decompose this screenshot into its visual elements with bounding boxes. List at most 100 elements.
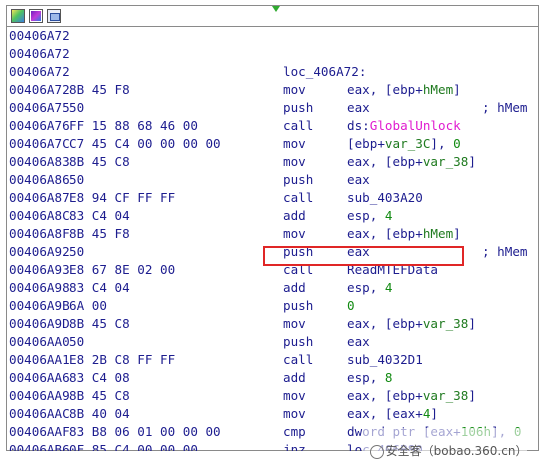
disassembly-row[interactable]: 00406A72 loc_406A72: [7, 63, 538, 81]
opcode-bytes: E8 94 CF FF FF [69, 190, 176, 205]
disassembly-row[interactable]: 00406A93 E8 67 8E 02 00 call ReadMTEFData [7, 261, 538, 279]
mnemonic: call [283, 352, 314, 367]
disassembly-row[interactable]: 00406AA1 E8 2B C8 FF FF call sub_4032D1 [7, 351, 538, 369]
mnemonic: push [283, 172, 314, 187]
disassembly-listing[interactable]: 00406A72 00406A72 00406A72 loc_406A72: 00406… [7, 27, 538, 451]
address: 00406A87 [9, 190, 70, 205]
disassembly-row[interactable]: 00406A86 50 push eax [7, 171, 538, 189]
operand-token: ] [468, 154, 476, 169]
operand-token: ], [430, 136, 454, 151]
operand-token: eax, [ebp+ [347, 226, 423, 241]
disassembly-row[interactable]: 00406A98 83 C4 04 add esp, 4 [7, 279, 538, 297]
disassembly-row[interactable]: 00406AA9 8B 45 C8 mov eax, [ebp+var_38] [7, 387, 538, 405]
comment: ; hMem [482, 244, 528, 259]
address: 00406A75 [9, 100, 70, 115]
disassembly-row[interactable]: 00406A72 [7, 45, 538, 63]
comment: ; hMem [482, 100, 528, 115]
operand-token: eax, [ebp+ [347, 316, 423, 331]
disassembly-row[interactable]: 00406A76 FF 15 88 68 46 00 call ds:GlobalUn… [7, 117, 538, 135]
address: 00406A9B [9, 298, 70, 313]
operand-token: var_38 [422, 154, 469, 169]
address: 00406AAC [9, 406, 70, 421]
operand: esp, 8 [347, 369, 393, 387]
operand-token: hMem [422, 82, 454, 97]
disassembly-row[interactable]: 00406AA0 50 push eax [7, 333, 538, 351]
operand-token: eax [347, 334, 370, 349]
address: 00406A7C [9, 136, 70, 151]
operand: 0 [347, 297, 355, 315]
opcode-bytes: 8B 45 C8 [69, 154, 130, 169]
opcode-bytes: 83 C4 04 [69, 208, 130, 223]
address: 00406A98 [9, 280, 70, 295]
operand-token: sub_403A20 [347, 190, 423, 205]
image-view-icon[interactable] [47, 9, 61, 23]
opcode-bytes: E8 2B C8 FF FF [69, 352, 176, 367]
disassembly-row[interactable]: 00406A8F 8B 45 F8 mov eax, [ebp+hMem] [7, 225, 538, 243]
operand: sub_403A20 [347, 189, 423, 207]
address: 00406A92 [9, 244, 70, 259]
opcode-bytes: 83 C4 08 [69, 370, 130, 385]
address: 00406A72 [9, 46, 70, 61]
operand: sub_4032D1 [347, 351, 423, 369]
mnemonic: cmp [283, 424, 306, 439]
disassembly-row[interactable]: 00406A72 8B 45 F8 mov eax, [ebp+hMem] [7, 81, 538, 99]
palette-icon[interactable] [11, 9, 25, 23]
address: 00406A93 [9, 262, 70, 277]
operand-token: var_38 [422, 316, 469, 331]
operand-token: ] [468, 316, 476, 331]
mnemonic: call [283, 190, 314, 205]
operand-token: 4 [384, 208, 393, 223]
operand-token: hMem [422, 226, 454, 241]
disassembly-row[interactable]: 00406A9D 8B 45 C8 mov eax, [ebp+var_38] [7, 315, 538, 333]
watermark: 安全客（bobao.360.cn） [362, 428, 528, 459]
opcode-bytes: 50 [69, 172, 85, 187]
opcode-bytes: 50 [69, 334, 85, 349]
operand-token: eax [347, 244, 370, 259]
address: 00406AA6 [9, 370, 70, 385]
operand-token: eax [347, 100, 370, 115]
opcode-bytes: E8 67 8E 02 00 [69, 262, 176, 277]
operand: eax, [ebp+hMem] [347, 81, 461, 99]
disassembly-row[interactable]: 00406A92 50 push eax ; hMem [7, 243, 538, 261]
mnemonic: call [283, 118, 314, 133]
disassembly-row[interactable]: 00406A83 8B 45 C8 mov eax, [ebp+var_38] [7, 153, 538, 171]
opcode-bytes: 8B 45 F8 [69, 226, 130, 241]
operand: eax [347, 333, 370, 351]
operand: eax, [ebp+var_38] [347, 153, 476, 171]
operand-token: GlobalUnlock [369, 118, 461, 133]
mnemonic: push [283, 100, 314, 115]
mnemonic: mov [283, 226, 306, 241]
operand: eax [347, 243, 370, 261]
disassembly-row[interactable]: 00406A75 50 push eax ; hMem [7, 99, 538, 117]
operand: eax, [eax+4] [347, 405, 438, 423]
disassembly-row[interactable]: 00406A72 [7, 27, 538, 45]
disassembly-row[interactable]: 00406AA6 83 C4 08 add esp, 8 [7, 369, 538, 387]
address: 00406A72 [9, 82, 70, 97]
mnemonic: mov [283, 406, 306, 421]
disassembly-row[interactable]: 00406AAC 8B 40 04 mov eax, [eax+4] [7, 405, 538, 423]
opcode-bytes: FF 15 88 68 46 00 [69, 118, 198, 133]
graph-view-icon[interactable] [29, 9, 43, 23]
opcode-bytes: 50 [69, 244, 85, 259]
mnemonic: push [283, 244, 314, 259]
operand: [ebp+var_3C], 0 [347, 135, 461, 153]
operand-token: 4 [384, 280, 393, 295]
code-label: loc_406A72: [283, 64, 367, 79]
operand-token: esp, [347, 280, 385, 295]
operand-token: ] [430, 406, 439, 421]
operand: ds:GlobalUnlock [347, 117, 461, 135]
disassembly-row[interactable]: 00406A8C 83 C4 04 add esp, 4 [7, 207, 538, 225]
operand-token: eax, [ebp+ [347, 82, 423, 97]
address: 00406A72 [9, 28, 70, 43]
disassembly-row[interactable]: 00406A87 E8 94 CF FF FF call sub_403A20 [7, 189, 538, 207]
mnemonic: call [283, 262, 314, 277]
watermark-logo-icon [369, 444, 384, 459]
mnemonic: add [283, 208, 306, 223]
operand-token: var_38 [422, 388, 469, 403]
disassembly-row[interactable]: 00406A9B 6A 00 push 0 [7, 297, 538, 315]
opcode-bytes: 8B 45 F8 [69, 82, 130, 97]
mnemonic: add [283, 280, 306, 295]
opcode-bytes: 83 B8 06 01 00 00 00 [69, 424, 221, 439]
mnemonic: mov [283, 154, 306, 169]
disassembly-row[interactable]: 00406A7C C7 45 C4 00 00 00 00 mov [ebp+var_… [7, 135, 538, 153]
